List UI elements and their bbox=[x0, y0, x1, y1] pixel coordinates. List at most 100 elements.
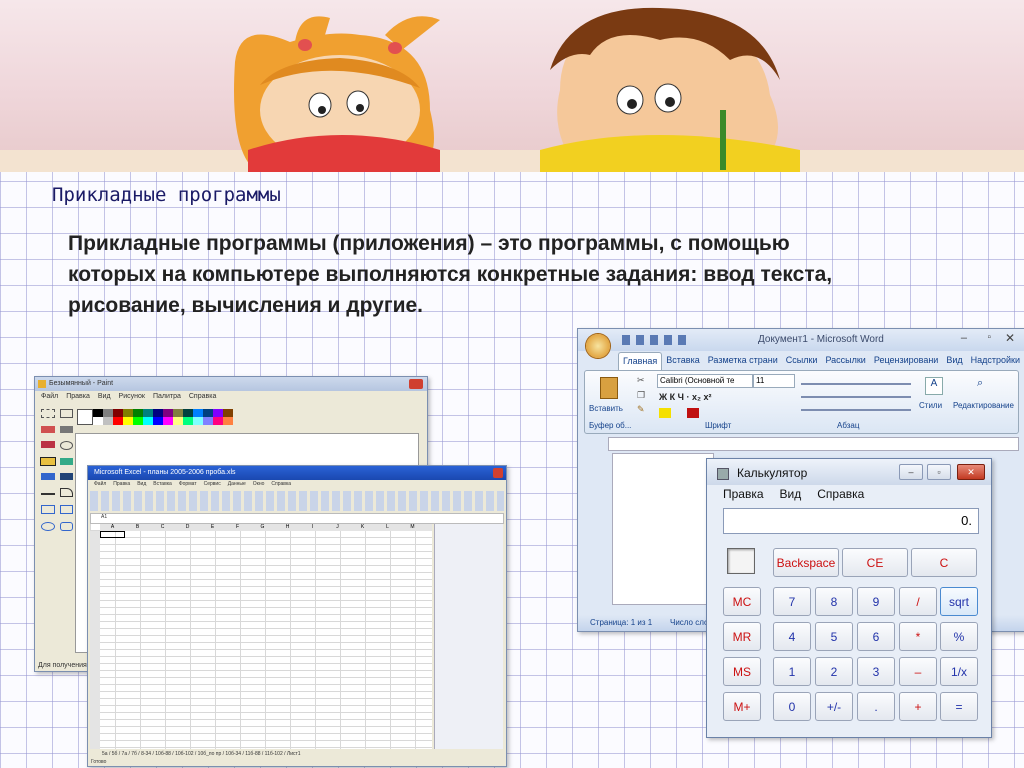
word-close-icon[interactable]: ✕ bbox=[1005, 331, 1015, 345]
curve-tool-icon[interactable] bbox=[59, 488, 73, 497]
tab-mailings[interactable]: Рассылки bbox=[821, 352, 869, 370]
editing-button[interactable]: ⌕ Редактирование bbox=[953, 375, 1019, 417]
airbrush-tool-icon[interactable] bbox=[41, 473, 55, 480]
highlight-color-buttons[interactable] bbox=[659, 408, 769, 418]
paint-menu-edit[interactable]: Правка bbox=[66, 393, 90, 403]
calc-key-function-1-5[interactable]: % bbox=[940, 622, 978, 651]
rect-select-tool-icon[interactable] bbox=[59, 409, 73, 418]
calc-key-digit-0-2[interactable]: 8 bbox=[815, 587, 853, 616]
paint-titlebar[interactable]: Безымянный - Paint bbox=[35, 377, 427, 391]
cut-icon[interactable]: ✂ bbox=[637, 375, 645, 386]
paint-palette[interactable] bbox=[77, 407, 277, 427]
calc-menu-view[interactable]: Вид bbox=[780, 487, 802, 505]
clear-button[interactable]: C bbox=[911, 548, 977, 577]
calculator-window[interactable]: Калькулятор – ▫ ✕ Правка Вид Справка 0. … bbox=[706, 458, 992, 738]
tab-view[interactable]: Вид bbox=[942, 352, 966, 370]
calc-key-memory-1-0[interactable]: MR bbox=[723, 622, 761, 651]
calc-key-function-2-5[interactable]: 1/x bbox=[940, 657, 978, 686]
brush-tool-icon[interactable] bbox=[59, 458, 73, 465]
copy-icon[interactable]: ❐ bbox=[637, 390, 645, 401]
tab-page-layout[interactable]: Разметка страни bbox=[704, 352, 782, 370]
palette-colors[interactable] bbox=[93, 409, 233, 425]
paint-toolbox[interactable] bbox=[39, 407, 75, 536]
calc-key-operator-3-4[interactable]: + bbox=[899, 692, 937, 721]
picker-tool-icon[interactable] bbox=[41, 441, 55, 448]
pencil-tool-icon[interactable] bbox=[40, 457, 56, 466]
excel-menu-insert[interactable]: Вставка bbox=[153, 481, 172, 490]
tab-insert[interactable]: Вставка bbox=[662, 352, 703, 370]
tab-addins[interactable]: Надстройки bbox=[967, 352, 1024, 370]
font-name-box[interactable]: Calibri (Основной те bbox=[657, 374, 753, 388]
excel-window[interactable]: Microsoft Excel - планы 2005-2006 проба.… bbox=[87, 465, 507, 767]
paint-menu-image[interactable]: Рисунок bbox=[119, 393, 145, 403]
tab-references[interactable]: Ссылки bbox=[782, 352, 822, 370]
calc-key-function-3-5[interactable]: = bbox=[940, 692, 978, 721]
calc-minimize-icon[interactable]: – bbox=[899, 464, 923, 480]
calc-key-memory-0-0[interactable]: MC bbox=[723, 587, 761, 616]
calc-key-digit-0-3[interactable]: 9 bbox=[857, 587, 895, 616]
calc-key-memory-2-0[interactable]: MS bbox=[723, 657, 761, 686]
calc-menu-edit[interactable]: Правка bbox=[723, 487, 764, 505]
text-tool-icon[interactable] bbox=[59, 473, 73, 480]
polygon-tool-icon[interactable] bbox=[59, 505, 73, 514]
calc-key-digit-1-3[interactable]: 6 bbox=[857, 622, 895, 651]
calc-key-memory-3-0[interactable]: M+ bbox=[723, 692, 761, 721]
excel-menu-file[interactable]: Файл bbox=[94, 481, 106, 490]
calc-key-digit-1-2[interactable]: 5 bbox=[815, 622, 853, 651]
line-tool-icon[interactable] bbox=[41, 488, 55, 495]
excel-menu-view[interactable]: Вид bbox=[137, 481, 146, 490]
calc-key-operator-1-4[interactable]: * bbox=[899, 622, 937, 651]
excel-menu-tools[interactable]: Сервис bbox=[204, 481, 221, 490]
excel-menu-edit[interactable]: Правка bbox=[113, 481, 130, 490]
excel-menu-window[interactable]: Окно bbox=[253, 481, 265, 490]
paint-menu-palette[interactable]: Палитра bbox=[153, 393, 181, 403]
calc-key-operator-0-4[interactable]: / bbox=[899, 587, 937, 616]
select-tool-icon[interactable] bbox=[41, 409, 55, 418]
ellipse-tool-icon[interactable] bbox=[41, 522, 55, 531]
format-painter-icon[interactable]: ✎ bbox=[637, 404, 645, 415]
excel-menu-data[interactable]: Данные bbox=[228, 481, 246, 490]
magnifier-tool-icon[interactable] bbox=[59, 441, 73, 450]
excel-grid[interactable]: ABCDEFGHIJKLM bbox=[90, 524, 432, 749]
excel-close-icon[interactable] bbox=[493, 468, 503, 478]
quick-access-icons[interactable] bbox=[622, 335, 688, 345]
tab-review[interactable]: Рецензировани bbox=[870, 352, 943, 370]
paint-menu-help[interactable]: Справка bbox=[189, 393, 216, 403]
calc-key-digit-2-2[interactable]: 2 bbox=[815, 657, 853, 686]
word-titlebar[interactable]: Документ1 - Microsoft Word – ▫ ✕ bbox=[578, 329, 1024, 358]
paint-menu-view[interactable]: Вид bbox=[98, 393, 111, 403]
paint-menu-file[interactable]: Файл bbox=[41, 393, 58, 403]
font-size-box[interactable]: 11 bbox=[753, 374, 795, 388]
paste-button[interactable]: Вставить bbox=[589, 373, 627, 417]
calc-key-digit-3-2[interactable]: +/- bbox=[815, 692, 853, 721]
font-format-buttons[interactable]: Ж К Ч · x₂ x² bbox=[659, 392, 777, 402]
styles-button[interactable]: A Стили bbox=[917, 375, 951, 417]
calc-titlebar[interactable]: Калькулятор – ▫ ✕ bbox=[707, 459, 991, 485]
excel-menu-help[interactable]: Справка bbox=[271, 481, 291, 490]
eraser-tool-icon[interactable] bbox=[41, 426, 55, 433]
tab-home[interactable]: Главная bbox=[618, 352, 663, 370]
paragraph-buttons[interactable] bbox=[801, 375, 911, 415]
calc-key-digit-3-1[interactable]: 0 bbox=[773, 692, 811, 721]
clear-entry-button[interactable]: CE bbox=[842, 548, 908, 577]
paint-close-icon[interactable] bbox=[409, 379, 423, 389]
backspace-button[interactable]: Backspace bbox=[773, 548, 839, 577]
excel-sheet-tabs[interactable]: 5а / 5б / 7а / 7б / 8-34 / 10б-88 / 10б-… bbox=[102, 751, 301, 757]
calc-key-digit-1-1[interactable]: 4 bbox=[773, 622, 811, 651]
excel-toolbar[interactable] bbox=[90, 491, 504, 511]
excel-name-box[interactable]: A1 bbox=[101, 514, 107, 520]
calc-key-digit-0-1[interactable]: 7 bbox=[773, 587, 811, 616]
word-minimize-icon[interactable]: – bbox=[961, 332, 967, 344]
fill-tool-icon[interactable] bbox=[59, 426, 73, 433]
calc-key-digit-2-1[interactable]: 1 bbox=[773, 657, 811, 686]
excel-menu-format[interactable]: Формат bbox=[179, 481, 197, 490]
excel-titlebar[interactable]: Microsoft Excel - планы 2005-2006 проба.… bbox=[88, 466, 506, 480]
calc-key-operator-2-4[interactable]: – bbox=[899, 657, 937, 686]
rounded-rect-tool-icon[interactable] bbox=[59, 522, 73, 531]
ribbon-tabs[interactable]: Главная Вставка Разметка страни Ссылки Р… bbox=[578, 352, 1024, 370]
calc-key-function-0-5[interactable]: sqrt bbox=[940, 587, 978, 616]
calc-maximize-icon[interactable]: ▫ bbox=[927, 464, 951, 480]
word-maximize-icon[interactable]: ▫ bbox=[987, 332, 991, 343]
excel-active-cell[interactable] bbox=[100, 531, 125, 538]
rectangle-tool-icon[interactable] bbox=[41, 505, 55, 514]
